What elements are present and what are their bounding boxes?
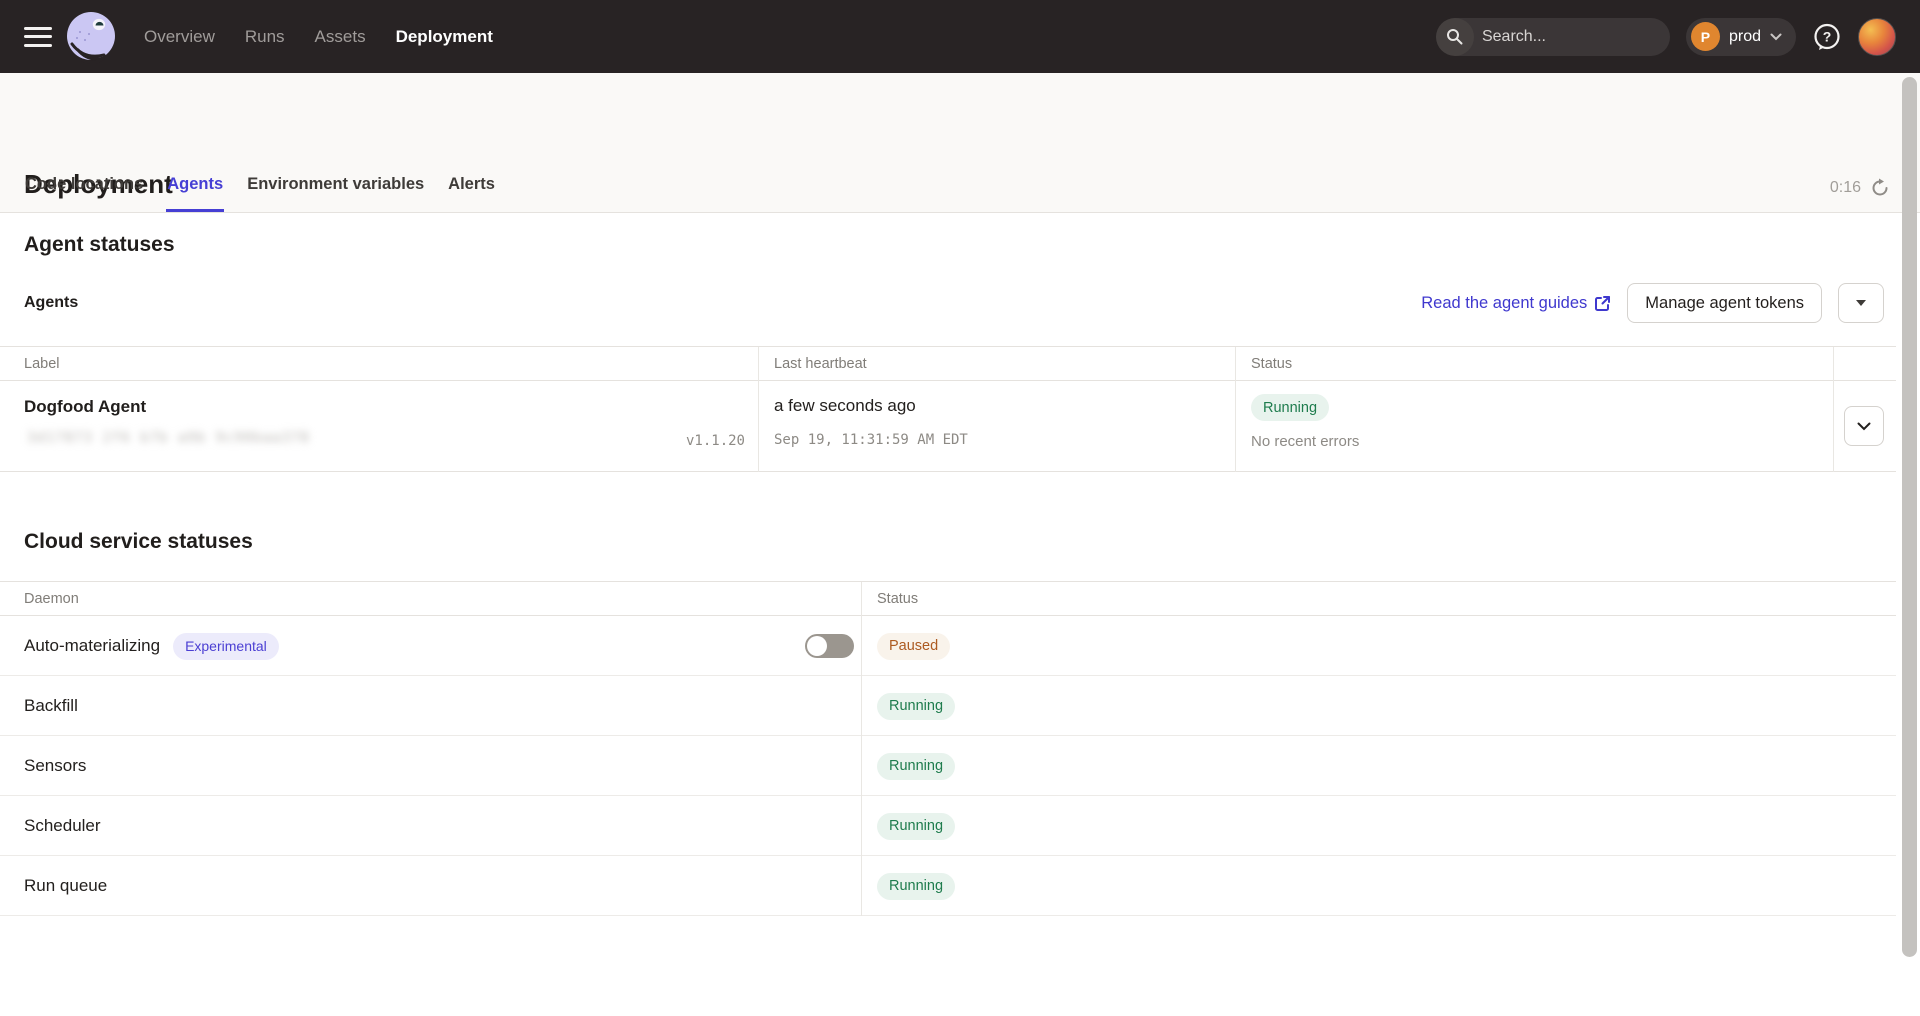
vertical-scrollbar[interactable] (1902, 77, 1917, 957)
agents-table: Label Last heartbeat Status Dogfood Agen… (0, 346, 1896, 472)
dagster-logo-icon[interactable] (64, 10, 118, 64)
hamburger-menu-icon[interactable] (24, 27, 52, 47)
status-badge: Running (877, 753, 955, 780)
daemon-name: Scheduler (24, 816, 101, 836)
agent-guides-link[interactable]: Read the agent guides (1421, 294, 1611, 313)
table-row-scheduler: Scheduler Running (0, 796, 1896, 856)
table-row-auto-materializing: Auto-materializing Experimental Paused (0, 616, 1896, 676)
table-row-sensors: Sensors Running (0, 736, 1896, 796)
deployment-switcher[interactable]: P prod (1686, 18, 1796, 56)
svg-text:?: ? (1823, 28, 1832, 44)
search-input[interactable] (1474, 28, 1670, 46)
tab-bar: Code locations Agents Environment variab… (24, 175, 496, 212)
daemon-name: Backfill (24, 696, 78, 716)
help-icon: ? (1812, 22, 1842, 52)
column-divider (861, 582, 862, 916)
table-row-backfill: Backfill Running (0, 676, 1896, 736)
agents-subheading: Agents (24, 294, 78, 312)
primary-nav: Overview Runs Assets Deployment (144, 27, 493, 47)
nav-item-assets[interactable]: Assets (315, 27, 366, 47)
search-icon (1436, 18, 1474, 56)
refresh-timer: 0:16 (1830, 179, 1861, 197)
tab-code-locations[interactable]: Code locations (24, 175, 144, 212)
help-button[interactable]: ? (1812, 22, 1842, 52)
nav-item-deployment[interactable]: Deployment (396, 27, 493, 47)
col-status: Status (1251, 347, 1292, 381)
agent-name: Dogfood Agent (24, 397, 146, 417)
table-row-run-queue: Run queue Running (0, 856, 1896, 916)
agent-version: v1.1.20 (545, 433, 745, 449)
refresh-icon[interactable] (1870, 178, 1890, 198)
top-nav: Overview Runs Assets Deployment / P prod (0, 0, 1920, 73)
col-daemon: Daemon (24, 582, 79, 616)
row-expander-button[interactable] (1844, 406, 1884, 446)
status-badge: Running (1251, 394, 1329, 421)
more-actions-button[interactable] (1838, 283, 1884, 323)
heartbeat-timestamp: Sep 19, 11:31:59 AM EDT (774, 432, 968, 448)
status-badge: Running (877, 693, 955, 720)
column-divider (1235, 347, 1236, 472)
heartbeat-relative: a few seconds ago (774, 396, 916, 416)
agents-actions: Read the agent guides Manage agent token… (1421, 283, 1884, 323)
column-divider (758, 347, 759, 472)
nav-item-runs[interactable]: Runs (245, 27, 285, 47)
column-divider (1833, 347, 1834, 472)
experimental-badge: Experimental (173, 633, 279, 660)
status-note: No recent errors (1251, 433, 1359, 450)
daemon-name: Sensors (24, 756, 86, 776)
status-badge: Running (877, 873, 955, 900)
tab-agents[interactable]: Agents (166, 175, 224, 212)
user-avatar[interactable] (1858, 18, 1896, 56)
col-status: Status (877, 582, 918, 616)
agent-guides-link-label: Read the agent guides (1421, 294, 1587, 313)
chevron-down-icon (1857, 422, 1871, 431)
agent-statuses-heading: Agent statuses (24, 233, 175, 257)
status-badge: Running (877, 813, 955, 840)
agent-id-blurred: 3d17873 2f6 b7b a9b 9c90baa378 (27, 430, 310, 446)
chevron-down-icon (1770, 33, 1782, 41)
col-last-heartbeat: Last heartbeat (774, 347, 867, 381)
nav-item-overview[interactable]: Overview (144, 27, 215, 47)
refresh-area: 0:16 (1830, 178, 1890, 198)
agents-table-header: Label Last heartbeat Status (0, 347, 1896, 381)
external-link-icon (1594, 295, 1611, 312)
col-label: Label (24, 347, 59, 381)
search-box[interactable]: / (1436, 18, 1670, 56)
table-row: Dogfood Agent 3d17873 2f6 b7b a9b 9c90ba… (0, 381, 1896, 472)
caret-down-icon (1856, 300, 1866, 306)
cloud-table-header: Daemon Status (0, 582, 1896, 616)
deployment-badge: P (1691, 22, 1720, 51)
tab-environment-variables[interactable]: Environment variables (246, 175, 425, 212)
daemon-name: Auto-materializing (24, 636, 160, 656)
manage-agent-tokens-button[interactable]: Manage agent tokens (1627, 283, 1822, 323)
agents-controls-row: Agents Read the agent guides Manage agen… (24, 283, 1884, 323)
cloud-services-table: Daemon Status Auto-materializing Experim… (0, 581, 1896, 916)
status-badge: Paused (877, 633, 950, 660)
daemon-name: Run queue (24, 876, 107, 896)
cloud-statuses-heading: Cloud service statuses (24, 530, 253, 554)
page-header: Deployment Code locations Agents Environ… (0, 73, 1920, 213)
toggle-knob (807, 636, 827, 656)
tab-alerts[interactable]: Alerts (447, 175, 496, 212)
deployment-name: prod (1729, 28, 1761, 46)
nav-right-group: / P prod ? (1436, 18, 1896, 56)
auto-materializing-toggle[interactable] (805, 634, 854, 658)
